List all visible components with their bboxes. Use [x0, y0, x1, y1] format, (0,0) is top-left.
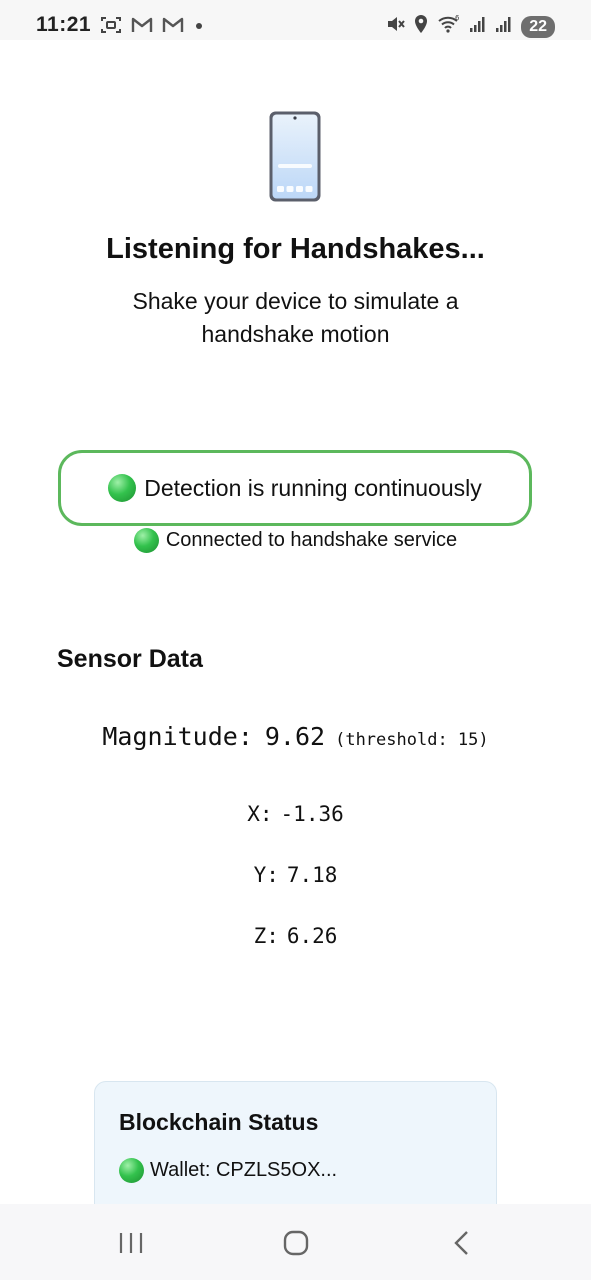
z-value: 6.26	[286, 924, 338, 948]
location-icon	[413, 14, 429, 39]
green-circle-icon	[119, 1158, 144, 1183]
mute-icon	[385, 14, 405, 39]
home-icon[interactable]	[276, 1227, 316, 1259]
wallet-status: Wallet: CPZLS5OX...	[119, 1158, 337, 1183]
page-title: Listening for Handshakes...	[106, 233, 485, 265]
app-screen: 11:21 6 22 Listening for Handshakes... S…	[0, 0, 591, 1280]
dot-icon	[196, 23, 203, 29]
status-bar: 11:21 6 22	[0, 0, 591, 40]
sensor-data-heading: Sensor Data	[57, 645, 203, 673]
gmail-icon	[162, 16, 184, 34]
threshold-text: (threshold: 15)	[335, 730, 489, 750]
y-axis-readout: Y: 7.18	[0, 863, 591, 887]
recents-icon[interactable]	[111, 1227, 151, 1259]
screenshot-icon	[100, 15, 122, 35]
z-label: Z:	[253, 924, 279, 948]
wifi-icon: 6	[437, 14, 461, 39]
wallet-text: Wallet: CPZLS5OX...	[150, 1159, 338, 1181]
x-label: X:	[247, 802, 273, 826]
battery-indicator: 22	[521, 15, 555, 38]
y-label: Y:	[253, 863, 279, 887]
signal-icon	[495, 15, 513, 38]
magnitude-readout: Magnitude: 9.62 (threshold: 15)	[0, 722, 591, 751]
detection-status-text: Detection is running continuously	[144, 474, 482, 501]
mobile-phone-icon	[268, 110, 322, 203]
x-value: -1.36	[280, 802, 344, 826]
system-nav-bar	[0, 1204, 591, 1280]
magnitude-label: Magnitude:	[102, 722, 253, 751]
x-axis-readout: X: -1.36	[0, 802, 591, 826]
connection-status-text: Connected to handshake service	[165, 528, 458, 551]
status-time: 11:21	[36, 13, 92, 36]
page-subtitle: Shake your device to simulate a handshak…	[132, 288, 459, 347]
y-value: 7.18	[286, 863, 338, 887]
magnitude-value: 9.62	[264, 722, 326, 751]
detection-status-pill: Detection is running continuously	[58, 450, 532, 526]
green-circle-icon	[108, 474, 137, 502]
back-icon[interactable]	[442, 1227, 482, 1259]
gmail-icon	[131, 16, 153, 34]
svg-text:6: 6	[455, 14, 460, 22]
blockchain-status-title: Blockchain Status	[119, 1109, 319, 1135]
z-axis-readout: Z: 6.26	[0, 924, 591, 948]
signal-icon	[469, 15, 487, 38]
green-circle-icon	[133, 527, 159, 553]
connection-status: Connected to handshake service	[0, 526, 591, 554]
